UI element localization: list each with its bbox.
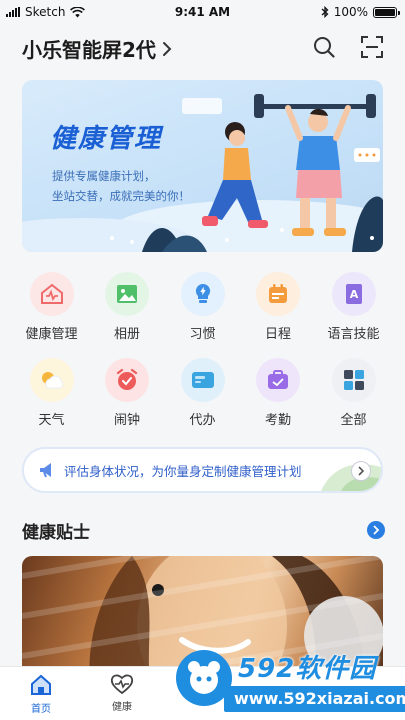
feature-photos[interactable]: 相册	[90, 272, 165, 342]
svg-text:A: A	[349, 288, 358, 301]
battery-icon	[373, 6, 400, 18]
feature-label: 相册	[113, 327, 140, 342]
tab-home-label: 首页	[31, 704, 51, 715]
heart-pulse-icon	[110, 674, 134, 695]
promo-text: 评估身体状况，为你量身定制健康管理计划	[64, 463, 302, 479]
banner-title: 健康管理	[50, 124, 163, 154]
watermark-brand: 592软件园	[238, 654, 377, 684]
feature-label: 代办	[189, 413, 216, 428]
tab-health-label: 健康	[112, 702, 132, 713]
tips-more-button[interactable]	[367, 521, 385, 539]
mascot-icon	[188, 661, 220, 694]
feature-label: 闹钟	[113, 413, 140, 428]
photo-icon	[105, 272, 149, 316]
tab-home[interactable]: 首页	[11, 673, 71, 715]
promo-arrow-button[interactable]	[351, 461, 371, 481]
feature-label: 习惯	[189, 327, 216, 342]
app-header: 小乐智能屏2代	[22, 34, 385, 64]
banner-subtitle-line2: 坐站交替，成就完美的你！	[52, 189, 190, 203]
alarm-clock-icon	[105, 358, 149, 402]
feature-all[interactable]: 全部	[316, 358, 391, 428]
feature-schedule[interactable]: 日程	[241, 272, 316, 342]
weather-icon	[29, 358, 74, 402]
feature-alarm[interactable]: 闹钟	[90, 358, 165, 428]
feature-label: 语言技能	[327, 327, 380, 342]
feature-label: 全部	[340, 413, 367, 428]
feature-label: 日程	[264, 327, 291, 342]
banner-subtitle: 提供专属健康计划， 坐站交替，成就完美的你！	[52, 166, 190, 206]
feature-language-skills[interactable]: A 语言技能	[316, 272, 391, 342]
site-watermark: 592软件园 www.592xiazai.com	[176, 642, 405, 720]
feature-habits[interactable]: 习惯	[165, 272, 240, 342]
feature-label: 考勤	[264, 413, 291, 428]
chevron-right-icon	[358, 466, 365, 476]
battery-percent: 100%	[333, 5, 368, 19]
scan-button[interactable]	[359, 34, 385, 60]
all-apps-icon	[331, 358, 376, 402]
health-banner[interactable]: 健康管理 提供专属健康计划， 坐站交替，成就完美的你！	[22, 80, 383, 252]
chevron-right-icon	[162, 41, 172, 56]
bluetooth-icon	[321, 6, 329, 18]
tips-title: 健康贴士	[22, 523, 90, 543]
device-title: 小乐智能屏2代	[22, 38, 156, 62]
lightbulb-icon	[180, 272, 225, 316]
feature-row-2: 天气 闹钟 代办 考勤 全部	[14, 358, 391, 428]
feature-todo[interactable]: 代办	[165, 358, 240, 428]
scan-icon	[361, 36, 383, 58]
tab-health[interactable]: 健康	[92, 673, 152, 713]
feature-weather[interactable]: 天气	[14, 358, 89, 428]
chevron-right-icon	[373, 525, 380, 535]
health-house-icon	[29, 272, 74, 316]
feature-health-management[interactable]: 健康管理	[14, 272, 89, 342]
banner-subtitle-line1: 提供专属健康计划，	[52, 169, 156, 183]
feature-label: 天气	[38, 413, 65, 428]
todo-icon	[180, 358, 225, 402]
home-icon	[31, 674, 51, 695]
calendar-icon	[256, 272, 300, 316]
attendance-icon	[256, 358, 300, 402]
feature-grid: 健康管理 相册 习惯 日程 A 语言技能 天气 闹钟 代办 考勤 全部	[14, 272, 391, 444]
search-button[interactable]	[311, 34, 337, 60]
feature-attendance[interactable]: 考勤	[241, 358, 316, 428]
search-icon	[314, 37, 335, 58]
status-bar: Sketch 9:41 AM 100%	[0, 0, 405, 24]
watermark-site: www.592xiazai.com	[224, 686, 405, 712]
tips-header: 健康贴士	[22, 518, 385, 544]
feature-label: 健康管理	[25, 327, 78, 342]
health-plan-promo[interactable]: 评估身体状况，为你量身定制健康管理计划	[22, 447, 383, 493]
language-book-icon: A	[331, 272, 376, 316]
feature-row-1: 健康管理 相册 习惯 日程 A 语言技能	[14, 272, 391, 342]
megaphone-icon	[40, 463, 51, 478]
